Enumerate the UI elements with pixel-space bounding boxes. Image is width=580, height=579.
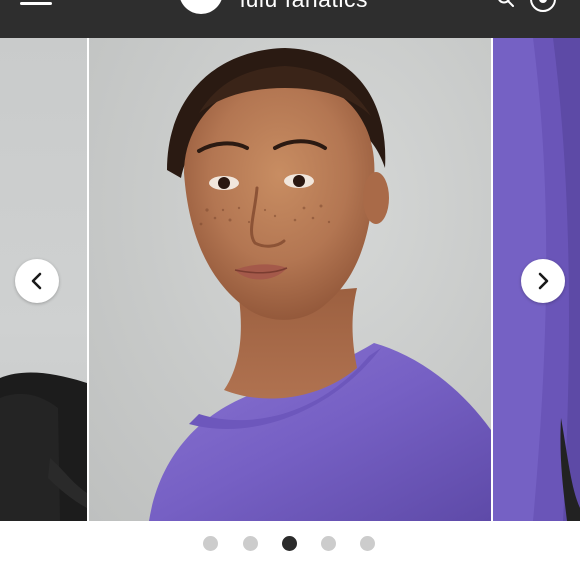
brand-title[interactable]: lulu fanatics (240, 0, 368, 13)
top-bar: lulu fanatics (0, 0, 580, 38)
search-icon[interactable] (497, 0, 515, 8)
pagination-dot-2[interactable] (243, 536, 258, 551)
pagination-dot-5[interactable] (360, 536, 375, 551)
product-image-main (149, 48, 491, 521)
image-carousel[interactable] (0, 38, 580, 521)
chevron-left-icon (31, 272, 42, 290)
menu-icon[interactable] (20, 0, 52, 6)
next-slide-button[interactable] (521, 259, 565, 303)
pagination-dot-3-active[interactable] (282, 536, 297, 551)
chevron-right-icon (538, 272, 549, 290)
account-icon[interactable] (530, 0, 556, 12)
previous-slide-button[interactable] (15, 259, 59, 303)
carousel-slide-active[interactable] (89, 38, 491, 521)
carousel-pagination (0, 535, 580, 553)
pagination-dot-1[interactable] (203, 536, 218, 551)
pagination-dot-4[interactable] (321, 536, 336, 551)
logo-icon[interactable] (179, 0, 223, 14)
